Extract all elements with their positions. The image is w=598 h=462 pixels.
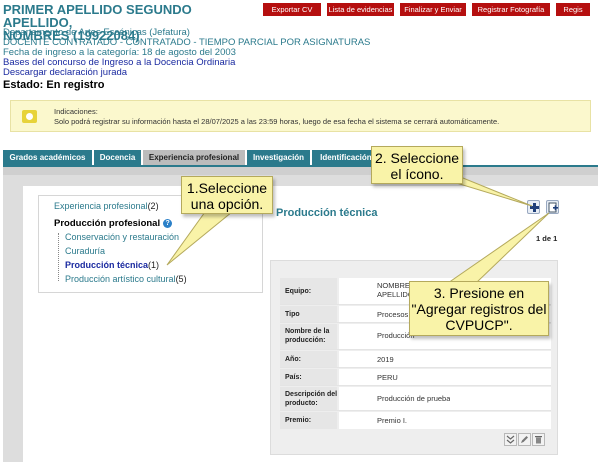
status-label: Estado: [3, 79, 44, 91]
sidebar-item-label: Conservación y restauración [65, 232, 180, 242]
row-value: 2019 [377, 355, 394, 364]
sidebar-group-produccion: Producción profesional? [54, 218, 173, 229]
chevron-double-down-icon[interactable] [504, 433, 517, 446]
sidebar-item-label: Producción técnica [65, 260, 149, 270]
alert-title: Indicaciones: [54, 107, 98, 116]
help-icon[interactable]: ? [163, 219, 173, 228]
row-key: Premio: [285, 417, 312, 424]
callout-line: "Agregar registros del [411, 301, 547, 317]
finish-send-button[interactable]: Finalizar y Enviar [400, 3, 466, 16]
tab-experiencia-profesional[interactable]: Experiencia profesional [143, 150, 245, 165]
callout-line: 2. Seleccione [374, 150, 460, 166]
add-button[interactable] [527, 200, 540, 214]
row-key: Equipo: [285, 288, 312, 295]
callout-line: 1.Seleccione [186, 180, 268, 196]
callout-step-3: 3. Presione en "Agregar registros del CV… [409, 281, 549, 336]
teacher-name-line1: PRIMER APELLIDO SEGUNDO APELLIDO, [3, 2, 192, 30]
sidebar-item-conservacion[interactable]: Conservación y restauración [65, 232, 179, 243]
add-records-icon [548, 202, 558, 213]
evidence-list-button[interactable]: Lista de evidencias [327, 3, 394, 16]
row-key: Tipo [285, 311, 300, 318]
alert-box: Indicaciones: Solo podrá registrar su in… [10, 100, 591, 132]
sidebar-item-count: (5) [175, 274, 187, 284]
status-value: En registro [46, 79, 105, 91]
row-value: Producción de prueba [377, 394, 451, 403]
table-row: País: PERU [280, 369, 551, 386]
sidebar-item-count: (2) [147, 201, 159, 211]
pencil-icon[interactable] [518, 433, 531, 446]
callout-step-1: 1.Seleccione una opción. [181, 176, 273, 214]
callout-line: 3. Presione en [433, 285, 525, 301]
tree-connector [58, 233, 59, 281]
plus-icon [530, 203, 539, 212]
row-value: Procesos [377, 310, 409, 319]
info-icon [22, 110, 37, 123]
row-key: Nombre de la producción: [285, 328, 330, 344]
toolbar: Exportar CV Lista de evidencias Finaliza… [263, 3, 590, 16]
tab-investigacion[interactable]: Investigación [247, 150, 310, 165]
table-row: Descripción del producto: Producción de … [280, 387, 551, 411]
callout-step-2: 2. Seleccione el ícono. [371, 146, 463, 184]
section-title: Producción técnica [276, 207, 378, 219]
add-cvpucp-records-button[interactable] [546, 200, 559, 214]
sidebar-item-produccion-tecnica[interactable]: Producción técnica(1) [65, 260, 159, 271]
sidebar-item-label: Experiencia profesional [54, 201, 148, 211]
table-row: Premio: Premio I. [280, 412, 551, 429]
row-value: Premio I. [377, 416, 408, 425]
sidebar-item-count: (1) [148, 260, 160, 270]
sidebar-group-label: Producción profesional [54, 218, 161, 229]
register-photo-button[interactable]: Registrar Fotografía [472, 3, 550, 16]
callout-line: CVPUCP". [445, 317, 513, 333]
tab-grados-academicos[interactable]: Grados académicos [3, 150, 92, 165]
status: Estado: En registro [3, 79, 104, 91]
sidebar-item-label: Producción artístico cultural [65, 274, 176, 284]
row-key: Descripción del producto: [285, 391, 338, 407]
sidebar-item-label: Curaduría [65, 246, 106, 256]
table-row: Año: 2019 [280, 351, 551, 368]
register-more-button[interactable]: Regis [556, 3, 590, 16]
trash-icon[interactable] [532, 433, 545, 446]
download-declaration-link[interactable]: Descargar declaración jurada [3, 68, 127, 78]
sidebar-item-curaduria[interactable]: Curaduría [65, 246, 105, 257]
sidebar-item-produccion-artistica[interactable]: Producción artístico cultural(5) [65, 274, 187, 285]
tab-docencia[interactable]: Docencia [94, 150, 141, 165]
alert-message: Solo podrá registrar su información hast… [54, 117, 500, 126]
sidebar-item-experiencia[interactable]: Experiencia profesional(2) [54, 201, 159, 212]
callout-line: el ícono. [390, 166, 444, 182]
pager-text: 1 de 1 [536, 234, 558, 243]
content-top-bar [3, 167, 598, 175]
tab-bar: Grados académicos Docencia Experiencia p… [3, 150, 382, 165]
callout-line: una opción. [190, 196, 264, 212]
export-cv-button[interactable]: Exportar CV [263, 3, 321, 16]
row-value: PERU [377, 373, 398, 382]
row-key: País: [285, 374, 302, 381]
row-key: Año: [285, 356, 301, 363]
record-actions [504, 433, 545, 446]
